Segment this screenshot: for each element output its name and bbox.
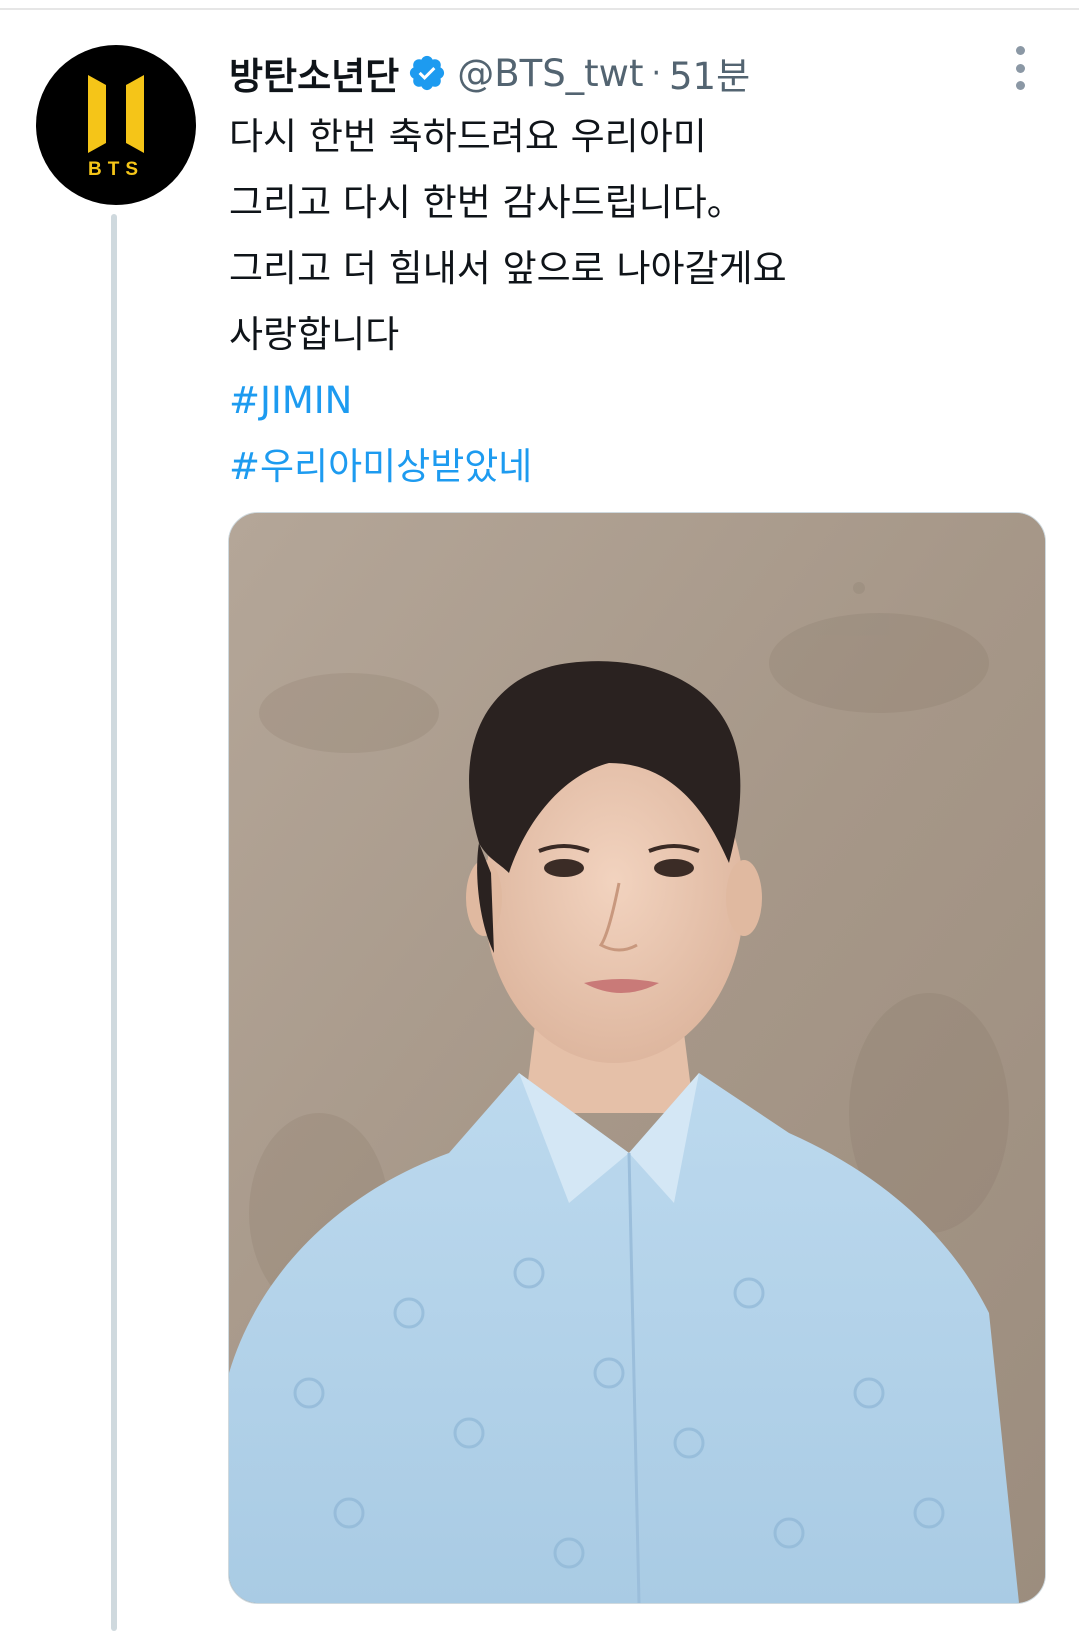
verified-badge-icon xyxy=(407,53,447,93)
hashtag-link[interactable]: #우리아미상받았네 xyxy=(229,434,1049,500)
bts-logo: BTS xyxy=(88,75,144,180)
thread-line xyxy=(111,214,117,1631)
display-name[interactable]: 방탄소년단 xyxy=(229,46,399,100)
top-divider xyxy=(0,8,1079,10)
separator-dot: · xyxy=(651,55,661,91)
profile-avatar[interactable]: BTS xyxy=(36,45,196,205)
tweet-timestamp[interactable]: 51분 xyxy=(669,46,750,100)
tweet-text-line: 그리고 다시 한번 감사드립니다。 xyxy=(229,181,744,224)
portrait-photo xyxy=(229,513,1045,1603)
more-dot xyxy=(1015,63,1025,73)
more-options-icon[interactable] xyxy=(1006,46,1034,90)
more-dot xyxy=(1015,81,1025,90)
user-handle[interactable]: @BTS_twt xyxy=(457,52,643,95)
hashtag-link[interactable]: #JIMIN xyxy=(229,368,1049,434)
tweet-header: 방탄소년단 @BTS_twt · 51분 xyxy=(229,44,750,102)
tweet-text-line: 다시 한번 축하드려요 우리아미 xyxy=(229,115,707,158)
tweet-text: 다시 한번 축하드려요 우리아미 그리고 다시 한번 감사드립니다。 그리고 더… xyxy=(229,104,1049,500)
tweet-text-line: 그리고 더 힘내서 앞으로 나아갈게요 xyxy=(229,247,787,290)
more-dot xyxy=(1015,46,1025,55)
tweet-photo[interactable] xyxy=(228,512,1046,1604)
tweet-text-line: 사랑합니다 xyxy=(229,313,400,356)
svg-text:BTS: BTS xyxy=(88,159,144,180)
